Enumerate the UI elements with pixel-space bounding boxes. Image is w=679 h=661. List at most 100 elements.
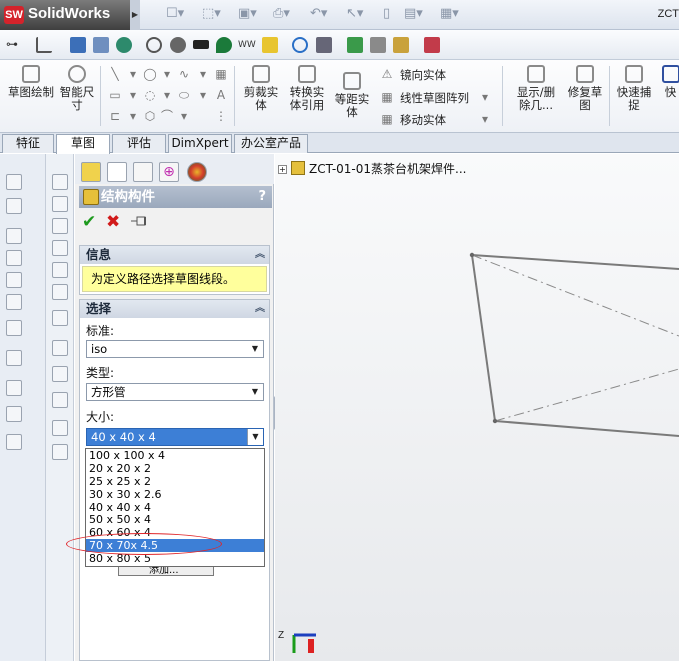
help-icon[interactable]: ? [258,186,266,208]
view-front-icon[interactable] [52,174,68,190]
select-arrow-icon[interactable]: ↖▾ [346,6,363,24]
size-select[interactable]: 40 x 40 x 4 ▼ [86,428,264,446]
view-right-icon[interactable] [52,240,68,256]
tab-dimxpert[interactable]: DimXpert [168,134,232,153]
undo-icon[interactable]: ↶▾ [310,6,327,24]
trim-extend-icon[interactable] [6,198,22,214]
move-entities-button[interactable]: 移动实体 [400,112,446,128]
configuration-manager-tab-icon[interactable] [133,162,153,182]
trim-entities-button[interactable]: 剪裁实体 [240,65,282,112]
corner-icon[interactable] [36,37,52,53]
property-manager-tab-icon[interactable] [107,162,127,182]
binoculars-icon[interactable] [316,37,332,53]
gear-icon[interactable] [146,37,162,53]
convert-entities-button[interactable]: 转换实体引用 [286,65,328,112]
repair-sketch-button[interactable]: 修复草图 [564,65,606,112]
spline-dropdown-icon[interactable]: ▾ [196,67,210,81]
info-group-header[interactable]: 信息 ︽ [80,246,269,264]
key-icon[interactable]: ⊶ [6,37,22,53]
sketch-edit-icon[interactable] [52,340,68,356]
text-icon[interactable]: A [214,88,228,102]
pin-marker-icon[interactable] [216,37,232,53]
line-icon[interactable]: ╲ [108,67,122,81]
sketch-line-left[interactable] [471,254,496,422]
ok-checkmark-icon[interactable]: ✔ [82,212,96,232]
rectangle-dropdown-icon[interactable]: ▾ [126,88,140,102]
offset-entities-button[interactable]: 等距实体 [331,72,373,119]
size-option[interactable]: 40 x 40 x 4 [86,501,264,514]
slot-dropdown-icon[interactable]: ▾ [126,109,140,123]
options-icon[interactable]: ▦▾ [440,6,459,24]
line-dropdown-icon[interactable]: ▾ [126,67,140,81]
linear-pattern-tool-icon[interactable] [6,350,22,366]
fillet-dropdown-icon[interactable]: ▾ [177,109,191,123]
fillet-icon[interactable]: ⌒ [160,109,174,123]
sketch-pattern-icon[interactable] [52,392,68,408]
construction-line-b[interactable] [494,368,679,422]
tab-features[interactable]: 特征 [2,134,54,153]
sketch-draw-button[interactable]: 草图绘制 [8,65,54,99]
arc-dropdown-icon[interactable]: ▾ [160,88,174,102]
size-option[interactable]: 30 x 30 x 2.6 [86,488,264,501]
collapse-chevron-icon[interactable]: ︽ [255,300,265,318]
linear-pattern-dropdown-icon[interactable]: ▾ [478,90,492,104]
grid-icon[interactable]: ▦ [214,67,228,81]
star-doc-icon[interactable] [393,37,409,53]
standard-select[interactable]: iso ▼ [86,340,264,358]
network-icon[interactable] [93,37,109,53]
sheet-tool-icon[interactable] [6,380,22,396]
cog-icon[interactable] [170,37,186,53]
solidworks-logo[interactable]: SW SolidWorks [0,0,130,30]
wave-icon[interactable]: WW [238,37,258,53]
view-bottom-icon[interactable] [52,284,68,300]
sketch-point[interactable] [469,252,475,258]
point-icon[interactable]: ⋮ [214,109,228,123]
mirror-entities-button[interactable]: 镜向实体 [400,67,446,83]
end-cap-icon[interactable] [6,228,22,244]
rectangle-icon[interactable]: ▭ [108,88,122,102]
collapse-chevron-icon[interactable]: ︽ [255,246,265,264]
menu-expand-arrow-icon[interactable]: ▶ [130,0,140,30]
expand-plus-icon[interactable]: + [278,165,287,174]
spring-tool-icon[interactable] [6,406,22,422]
sketch-tools-icon[interactable] [52,366,68,382]
sketch-point[interactable] [492,418,498,424]
size-option[interactable]: 50 x 50 x 4 [86,513,264,527]
cut-list-icon[interactable] [6,320,22,336]
quick-button-truncated[interactable]: 快 [662,65,679,99]
sketch-line-top[interactable] [471,254,679,270]
selection-group-header[interactable]: 选择 ︽ [80,300,269,318]
structural-member-icon[interactable] [6,174,22,190]
size-option[interactable]: 100 x 100 x 4 [86,449,264,462]
dimxpert-manager-tab-icon[interactable]: ⊕ [159,162,179,182]
pushpin-icon[interactable] [131,216,149,226]
size-option[interactable]: 25 x 25 x 2 [86,475,264,488]
view-layers-icon[interactable] [52,420,68,436]
move-dropdown-icon[interactable]: ▾ [478,112,492,126]
puzzle-icon[interactable] [262,37,278,53]
tab-sketch[interactable]: 草图 [56,134,110,154]
view-top-icon[interactable] [52,262,68,278]
printer-icon[interactable] [370,37,386,53]
smart-dimension-button[interactable]: 智能尺寸 [57,65,97,112]
display-manager-tab-icon[interactable] [187,162,207,182]
spline-icon[interactable]: ∿ [177,67,191,81]
quick-snaps-button[interactable]: 快速捕捉 [613,65,655,112]
fillet-bead-icon[interactable] [6,272,22,288]
circle-dropdown-icon[interactable]: ▾ [160,67,174,81]
print-icon[interactable]: ⎙▾ [273,6,290,24]
tab-office-products[interactable]: 办公室产品 [234,134,308,153]
weldment-icon[interactable] [6,294,22,310]
ellipse-dropdown-icon[interactable]: ▾ [196,88,210,102]
monitor-icon[interactable] [70,37,86,53]
size-option[interactable]: 20 x 20 x 2 [86,462,264,475]
feature-manager-tab-icon[interactable] [81,162,101,182]
linear-pattern-button[interactable]: 线性草图阵列 [400,90,469,106]
view-iso-icon[interactable] [52,310,68,326]
tree-root-label[interactable]: ZCT-01-01蒸茶台机架焊件... [309,162,466,176]
bowl-icon[interactable] [193,40,209,49]
save-icon[interactable]: ▣▾ [238,6,257,24]
globe-icon[interactable] [116,37,132,53]
open-document-icon[interactable]: ⬚▾ [202,6,221,24]
gusset-icon[interactable] [6,250,22,266]
